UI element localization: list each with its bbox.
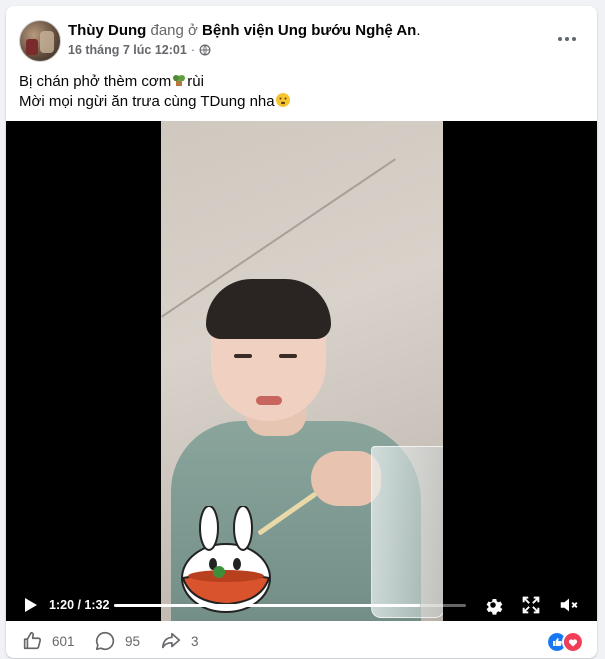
post-actions: 601 95 3	[6, 621, 597, 658]
post-line-1: Bị chán phở thèm cơm rùi	[19, 72, 291, 92]
checkin-text: đang ở	[150, 22, 198, 39]
video-progress-fill	[114, 604, 421, 607]
post-date[interactable]: 16 tháng 7 lúc 12:01	[68, 43, 187, 57]
video-frame	[161, 121, 443, 621]
post-line-1-tail: rùi	[187, 73, 204, 90]
smile-emoji	[275, 93, 290, 107]
video-player[interactable]: 1:20 / 1:32	[6, 121, 597, 621]
video-progress-bar[interactable]	[114, 604, 466, 607]
globe-icon[interactable]	[199, 44, 211, 56]
post-line-2-text: Mời mọi ngừi ăn trưa cùng TDung nha	[19, 93, 275, 110]
fullscreen-icon[interactable]	[520, 594, 542, 616]
author-name[interactable]: Thùy Dung	[68, 22, 146, 39]
plant-emoji	[173, 75, 186, 86]
post-meta: 16 tháng 7 lúc 12:01 ·	[68, 43, 211, 57]
reactions-summary[interactable]	[546, 631, 584, 653]
play-icon[interactable]	[20, 595, 40, 615]
video-time: 1:20 / 1:32	[49, 598, 110, 612]
comment-button[interactable]: 95	[94, 630, 140, 652]
love-reaction-icon	[562, 631, 584, 653]
share-icon	[161, 632, 181, 649]
video-controls: 1:20 / 1:32	[6, 589, 597, 621]
like-icon	[23, 631, 42, 650]
more-icon[interactable]	[551, 27, 583, 51]
share-count: 3	[191, 633, 199, 649]
comment-count: 95	[125, 633, 141, 649]
post-card: Thùy Dung đang ở Bệnh viện Ung bướu Nghệ…	[6, 6, 597, 658]
post-line-1-text: Bị chán phở thèm cơm	[19, 73, 172, 90]
like-button[interactable]: 601	[21, 630, 75, 652]
like-count: 601	[52, 633, 75, 649]
mute-icon[interactable]	[558, 594, 580, 616]
post-line-2: Mời mọi ngừi ăn trưa cùng TDung nha	[19, 92, 291, 112]
avatar[interactable]	[19, 20, 61, 62]
post-header: Thùy Dung đang ở Bệnh viện Ung bướu Nghệ…	[68, 22, 421, 39]
location-link[interactable]: Bệnh viện Ung bướu Nghệ An	[202, 22, 416, 39]
settings-icon[interactable]	[482, 594, 504, 616]
meta-separator: ·	[190, 43, 195, 57]
share-button[interactable]: 3	[160, 630, 199, 652]
location-suffix: .	[416, 22, 421, 39]
comment-icon	[95, 631, 115, 651]
post-text: Bị chán phở thèm cơm rùi Mời mọi ngừi ăn…	[19, 72, 291, 112]
